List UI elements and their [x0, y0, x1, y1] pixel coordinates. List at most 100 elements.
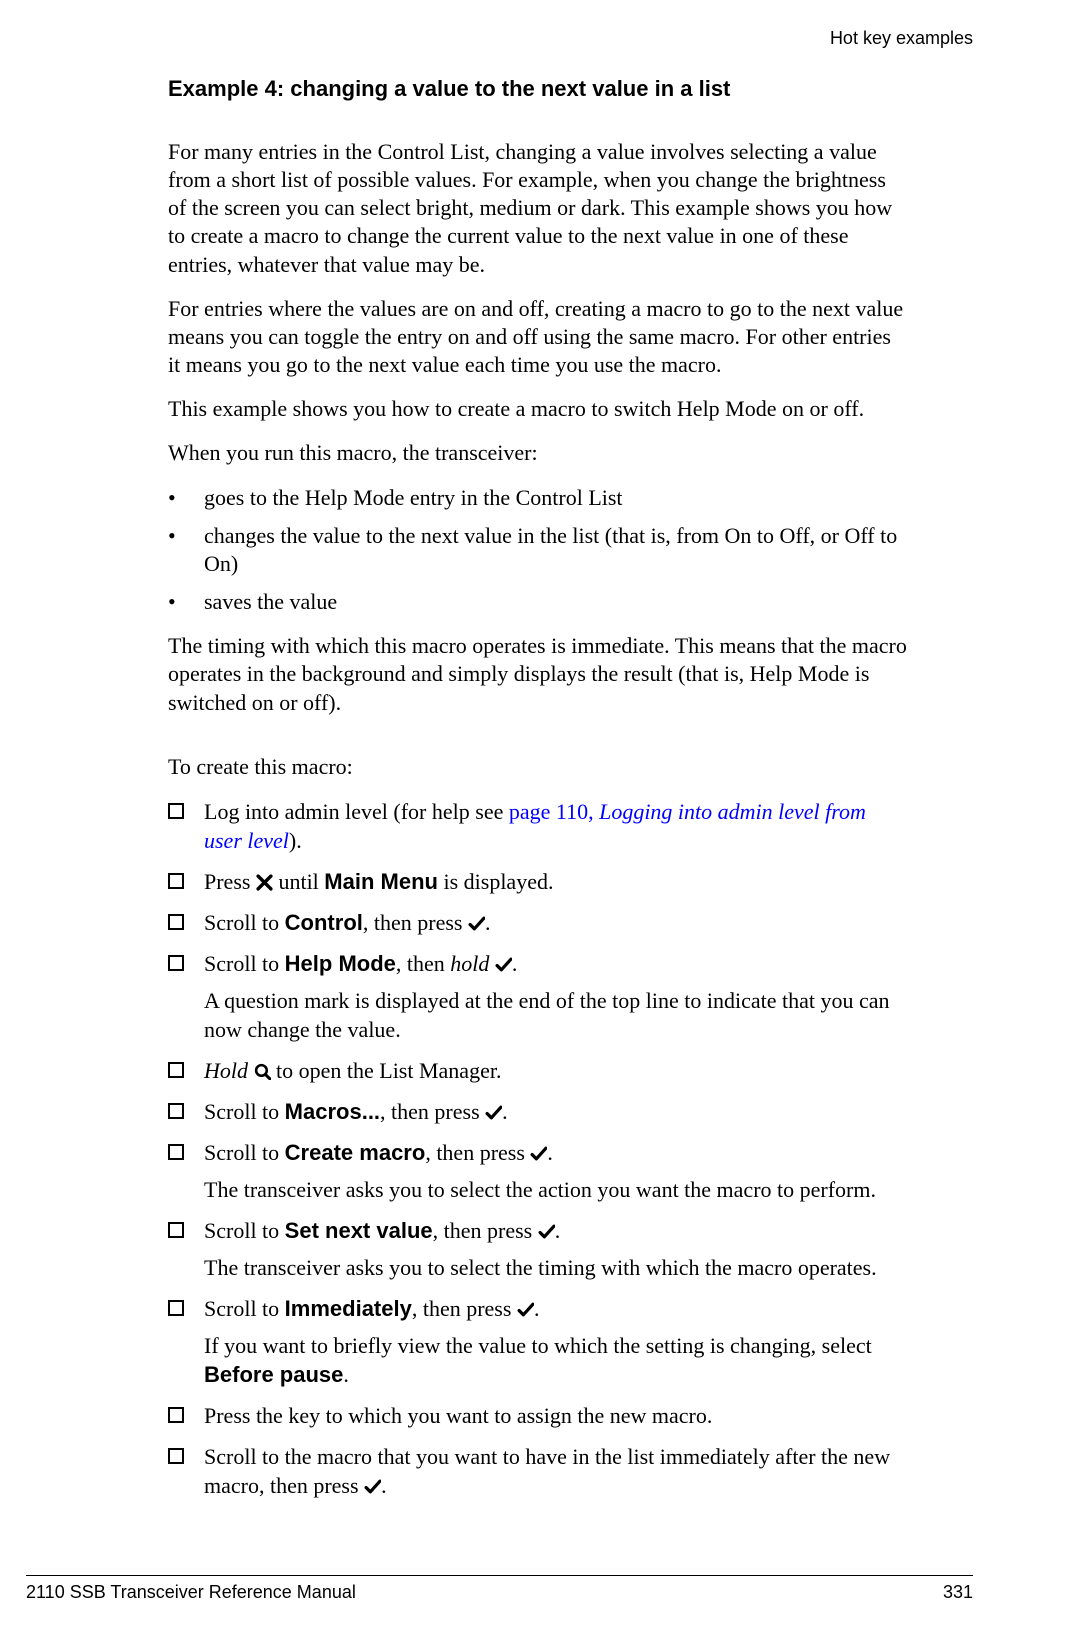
step-item: Scroll to the macro that you want to hav… — [168, 1442, 908, 1500]
ui-label: Main Menu — [324, 869, 438, 894]
tick-key-icon — [517, 1301, 534, 1318]
bullet-text: saves the value — [204, 588, 337, 616]
ui-label: Help Mode — [285, 951, 396, 976]
text-fragment: Scroll to — [204, 951, 285, 976]
tick-key-icon — [364, 1478, 381, 1495]
step-text: Scroll to Control, then press . — [204, 908, 908, 937]
text-fragment: . — [381, 1473, 387, 1498]
text-fragment: . — [555, 1218, 561, 1243]
page: Hot key examples Example 4: changing a v… — [0, 0, 1065, 1639]
checkbox-icon — [168, 908, 204, 937]
text-fragment: If you want to briefly view the value to… — [204, 1333, 872, 1358]
text-fragment: Press — [204, 869, 256, 894]
text-fragment: . — [547, 1140, 553, 1165]
ui-label: Macros... — [285, 1099, 380, 1124]
intro-paragraph-4: When you run this macro, the transceiver… — [168, 439, 908, 467]
checkbox-icon — [168, 1056, 204, 1085]
text-fragment: Log into admin level (for help see — [204, 799, 509, 824]
checkbox-icon — [168, 867, 204, 896]
link-page: page 110, — [509, 799, 599, 824]
text-fragment: . — [534, 1296, 540, 1321]
checkbox-icon — [168, 1097, 204, 1126]
text-fragment: is displayed. — [438, 869, 554, 894]
step-text: Press until Main Menu is displayed. — [204, 867, 908, 896]
tick-key-icon — [495, 956, 512, 973]
step-text: Scroll to Immediately, then press . If y… — [204, 1294, 908, 1389]
checkbox-icon — [168, 949, 204, 1044]
checkbox-icon — [168, 1442, 204, 1500]
action-hold: Hold — [204, 1058, 248, 1083]
intro-paragraph-2: For entries where the values are on and … — [168, 295, 908, 379]
checkbox-icon — [168, 1216, 204, 1282]
step-text: Press the key to which you want to assig… — [204, 1401, 908, 1430]
content-area: Example 4: changing a value to the next … — [168, 76, 908, 1500]
action-hold: hold — [450, 951, 489, 976]
text-fragment: Scroll to — [204, 1218, 285, 1243]
step-followup: A question mark is displayed at the end … — [204, 986, 908, 1044]
step-text: Scroll to Set next value, then press . T… — [204, 1216, 908, 1282]
ui-label: Set next value — [285, 1218, 433, 1243]
text-fragment: , then press — [425, 1140, 530, 1165]
bullet-text: goes to the Help Mode entry in the Contr… — [204, 484, 623, 512]
tick-key-icon — [530, 1145, 547, 1162]
step-followup: The transceiver asks you to select the a… — [204, 1175, 908, 1204]
text-fragment: Scroll to the macro that you want to hav… — [204, 1444, 890, 1498]
footer-page-number: 331 — [943, 1582, 973, 1603]
list-item: •goes to the Help Mode entry in the Cont… — [168, 484, 908, 512]
intro-paragraph-3: This example shows you how to create a m… — [168, 395, 908, 423]
bullet-marker: • — [168, 588, 204, 616]
procedure-steps: Log into admin level (for help see page … — [168, 797, 908, 1501]
text-fragment: Scroll to — [204, 1140, 285, 1165]
behavior-list: •goes to the Help Mode entry in the Cont… — [168, 484, 908, 617]
tick-key-icon — [538, 1223, 555, 1240]
text-fragment: Scroll to — [204, 910, 285, 935]
step-text: Scroll to Create macro, then press . The… — [204, 1138, 908, 1204]
step-text: Scroll to Help Mode, then hold . A quest… — [204, 949, 908, 1044]
tick-key-icon — [485, 1104, 502, 1121]
text-fragment: , then press — [380, 1099, 485, 1124]
text-fragment: , then press — [433, 1218, 538, 1243]
bullet-text: changes the value to the next value in t… — [204, 522, 908, 578]
text-fragment: . — [485, 910, 491, 935]
step-item: Hold to open the List Manager. — [168, 1056, 908, 1085]
step-followup: If you want to briefly view the value to… — [204, 1331, 908, 1389]
text-fragment: , then — [396, 951, 450, 976]
example-heading: Example 4: changing a value to the next … — [168, 76, 908, 102]
magnifier-key-icon — [254, 1063, 271, 1080]
step-item: Press the key to which you want to assig… — [168, 1401, 908, 1430]
step-item: Scroll to Control, then press . — [168, 908, 908, 937]
header-section-title: Hot key examples — [830, 28, 973, 49]
step-text: Scroll to the macro that you want to hav… — [204, 1442, 908, 1500]
ui-label: Create macro — [285, 1140, 426, 1165]
text-fragment: Scroll to — [204, 1099, 285, 1124]
timing-paragraph: The timing with which this macro operate… — [168, 632, 908, 716]
tick-key-icon — [468, 915, 485, 932]
checkbox-icon — [168, 1138, 204, 1204]
step-item: Press until Main Menu is displayed. — [168, 867, 908, 896]
list-item: •changes the value to the next value in … — [168, 522, 908, 578]
step-text: Scroll to Macros..., then press . — [204, 1097, 908, 1126]
step-text: Log into admin level (for help see page … — [204, 797, 908, 855]
page-footer: 2110 SSB Transceiver Reference Manual 33… — [26, 1575, 973, 1603]
text-fragment: . — [343, 1362, 349, 1387]
intro-paragraph-1: For many entries in the Control List, ch… — [168, 138, 908, 279]
bullet-marker: • — [168, 484, 204, 512]
bullet-marker: • — [168, 522, 204, 578]
step-followup: The transceiver asks you to select the t… — [204, 1253, 908, 1282]
text-fragment: . — [512, 951, 518, 976]
ui-label: Control — [285, 910, 363, 935]
checkbox-icon — [168, 1294, 204, 1389]
footer-manual-title: 2110 SSB Transceiver Reference Manual — [26, 1582, 356, 1603]
text-fragment: , then press — [363, 910, 468, 935]
checkbox-icon — [168, 1401, 204, 1430]
list-item: •saves the value — [168, 588, 908, 616]
ui-label: Before pause — [204, 1362, 343, 1387]
x-key-icon — [256, 874, 273, 891]
text-fragment: to open the List Manager. — [271, 1058, 502, 1083]
text-fragment: . — [502, 1099, 508, 1124]
step-item: Scroll to Create macro, then press . The… — [168, 1138, 908, 1204]
step-item: Scroll to Immediately, then press . If y… — [168, 1294, 908, 1389]
step-item: Scroll to Set next value, then press . T… — [168, 1216, 908, 1282]
checkbox-icon — [168, 797, 204, 855]
procedure-intro: To create this macro: — [168, 753, 908, 781]
